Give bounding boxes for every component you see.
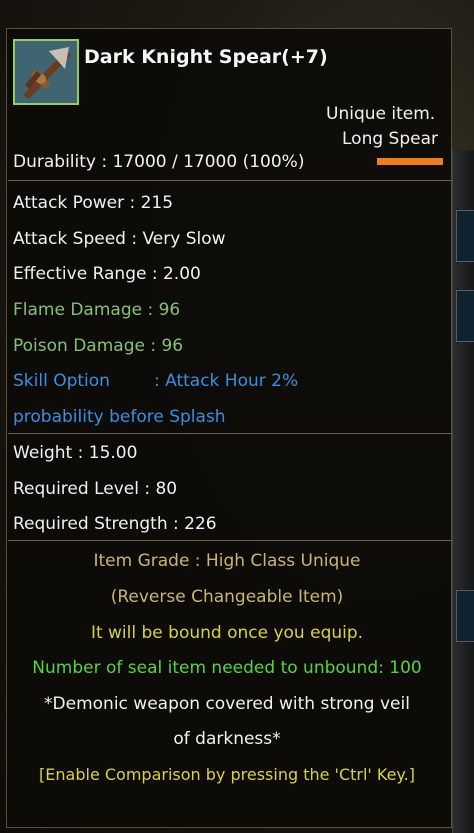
divider (8, 540, 452, 541)
item-grade: Item Grade : High Class Unique (93, 551, 361, 571)
effective-range: Effective Range : 2.00 (13, 264, 201, 284)
inventory-slot[interactable] (456, 590, 474, 642)
required-strength: Required Strength : 226 (13, 514, 217, 534)
durability-bar (377, 158, 443, 165)
inventory-slot[interactable] (456, 210, 474, 262)
item-name: Dark Knight Spear(+7) (84, 46, 328, 68)
compare-hint: [Enable Comparison by pressing the 'Ctrl… (39, 765, 415, 784)
lore-line-1: *Demonic weapon covered with strong veil (44, 694, 410, 714)
attack-power: Attack Power : 215 (13, 193, 174, 213)
bound-note: It will be bound once you equip. (90, 623, 364, 643)
divider (8, 180, 452, 181)
attack-speed: Attack Speed : Very Slow (13, 229, 226, 249)
skill-option-value: : Attack Hour 2% (154, 371, 299, 391)
skill-option-detail: probability before Splash (13, 407, 226, 427)
item-rarity: Unique item. (326, 104, 436, 124)
divider (8, 433, 452, 434)
required-level: Required Level : 80 (13, 479, 178, 499)
weight: Weight : 15.00 (13, 443, 138, 463)
item-type: Long Spear (342, 129, 438, 149)
changeable-note: (Reverse Changeable Item) (110, 587, 344, 607)
poison-damage: Poison Damage : 96 (13, 336, 184, 356)
flame-damage: Flame Damage : 96 (13, 300, 181, 320)
inventory-slot[interactable] (456, 290, 474, 342)
seal-note: Number of seal item needed to unbound: 1… (32, 658, 422, 678)
spear-icon (13, 39, 79, 105)
skill-option-label: Skill Option (13, 371, 110, 391)
lore-line-2: of darkness* (173, 729, 281, 749)
durability-text: Durability : 17000 / 17000 (100%) (13, 152, 305, 172)
